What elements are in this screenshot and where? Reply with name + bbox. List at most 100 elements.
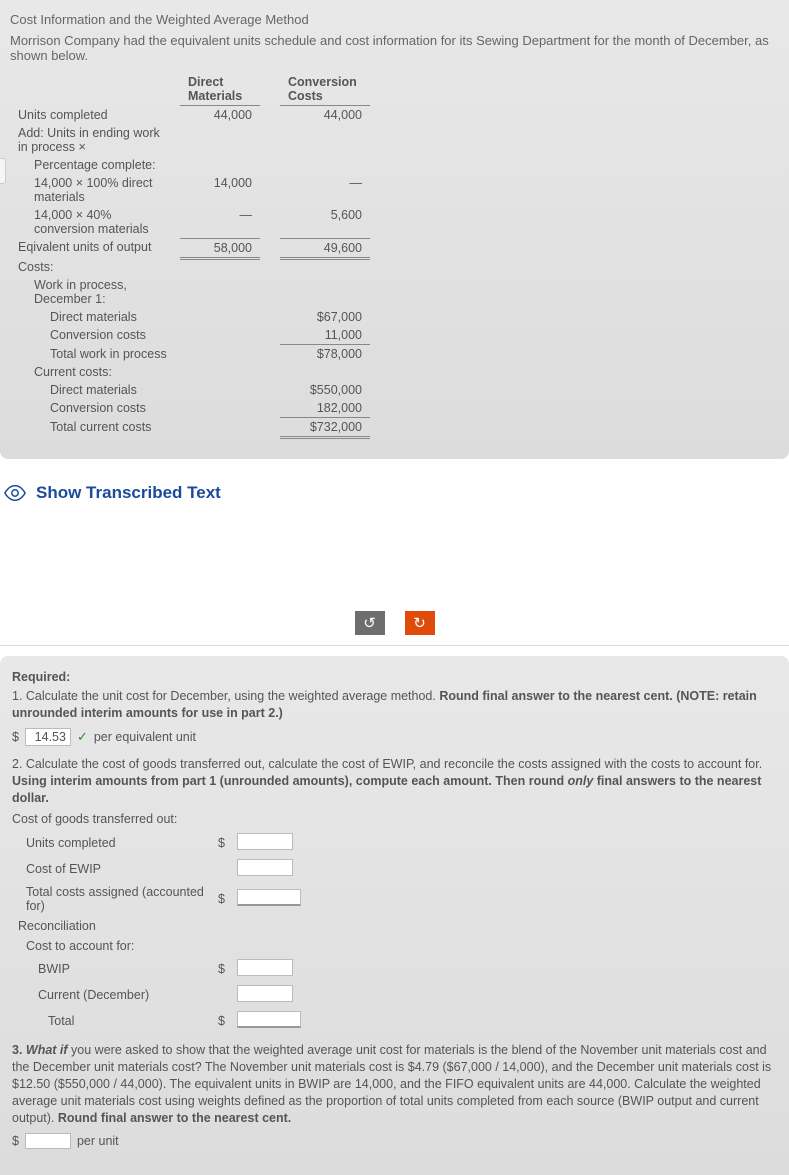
q3-text: 3. What if you were asked to show that t… xyxy=(12,1042,777,1126)
table-row: Units completed $ xyxy=(12,830,307,856)
dollar-sign: $ xyxy=(212,882,231,916)
table-row: Conversion costs 182,000 xyxy=(10,399,370,418)
problem-panel: Cost Information and the Weighted Averag… xyxy=(0,0,789,459)
cell-value: 11,000 xyxy=(280,326,370,345)
table-row: Costs: xyxy=(10,258,370,276)
cell-value: 58,000 xyxy=(180,238,260,258)
button-bar: ↺ ↻ xyxy=(0,603,789,646)
required-panel: Required: 1. Calculate the unit cost for… xyxy=(0,656,789,1175)
q1-text: 1. Calculate the unit cost for December,… xyxy=(12,688,777,722)
redo-icon: ↻ xyxy=(413,614,426,632)
table-row: Direct materials $550,000 xyxy=(10,381,370,399)
row-label: Costs: xyxy=(10,258,180,276)
row-label: 14,000 × 100% direct materials xyxy=(10,174,180,206)
cell-value: 44,000 xyxy=(180,106,260,125)
col-header-cc: Conversion Costs xyxy=(280,73,370,106)
table-row: Add: Units in ending work in process × xyxy=(10,124,370,156)
cell-value: 182,000 xyxy=(280,399,370,418)
q3-answer-input[interactable] xyxy=(25,1133,71,1149)
cell-value: 5,600 xyxy=(280,206,370,238)
total-input[interactable] xyxy=(237,1011,301,1028)
cell-value: 49,600 xyxy=(280,238,370,258)
row-label: Total current costs xyxy=(10,418,180,438)
redo-button[interactable]: ↻ xyxy=(405,611,435,635)
row-label: Eqivalent units of output xyxy=(10,238,180,258)
total-assigned-input[interactable] xyxy=(237,889,301,906)
calc-table: Units completed $ Cost of EWIP Total cos… xyxy=(12,830,307,1034)
required-heading: Required: xyxy=(12,670,777,684)
undo-button[interactable]: ↺ xyxy=(355,611,385,635)
cost-ewip-input[interactable] xyxy=(237,859,293,876)
row-label: BWIP xyxy=(12,956,212,982)
table-row: Cost of EWIP xyxy=(12,856,307,882)
row-label: Total xyxy=(12,1008,212,1034)
cell-value: $550,000 xyxy=(280,381,370,399)
dollar-sign: $ xyxy=(12,730,19,744)
dollar-sign: $ xyxy=(212,956,231,982)
cell-value: 14,000 xyxy=(180,174,260,206)
row-label: Add: Units in ending work in process × xyxy=(10,124,180,156)
cell-value: $78,000 xyxy=(280,345,370,364)
problem-title: Cost Information and the Weighted Averag… xyxy=(10,12,779,27)
row-label: Direct materials xyxy=(10,308,180,326)
row-label: Units completed xyxy=(10,106,180,125)
undo-icon: ↺ xyxy=(363,614,376,632)
cell-value: $732,000 xyxy=(280,418,370,438)
cell-value: — xyxy=(280,174,370,206)
q1-answer-row: $ 14.53 ✓ per equivalent unit xyxy=(12,728,777,746)
row-label: Current costs: xyxy=(10,363,180,381)
table-row: Total costs assigned (accounted for) $ xyxy=(12,882,307,916)
current-dec-input[interactable] xyxy=(237,985,293,1002)
table-row: 14,000 × 40% conversion materials — 5,60… xyxy=(10,206,370,238)
row-label: Percentage complete: xyxy=(10,156,180,174)
table-row: Total current costs $732,000 xyxy=(10,418,370,438)
table-row: Total $ xyxy=(12,1008,307,1034)
problem-subtitle: Morrison Company had the equivalent unit… xyxy=(10,33,779,63)
row-label: Conversion costs xyxy=(10,399,180,418)
q3-suffix: per unit xyxy=(77,1134,119,1148)
table-row: Reconciliation xyxy=(12,916,307,936)
table-row: Direct materials $67,000 xyxy=(10,308,370,326)
schedule-table: Direct Materials Conversion Costs Units … xyxy=(10,73,370,439)
show-transcribed-row[interactable]: Show Transcribed Text xyxy=(0,459,789,543)
row-label: Units completed xyxy=(12,830,212,856)
table-row: Current (December) xyxy=(12,982,307,1008)
eye-icon xyxy=(4,485,26,501)
row-label: Total work in process xyxy=(10,345,180,364)
table-row: Total work in process $78,000 xyxy=(10,345,370,364)
q3-answer-row: $ per unit xyxy=(12,1133,777,1149)
table-row: 14,000 × 100% direct materials 14,000 — xyxy=(10,174,370,206)
cell-value: 44,000 xyxy=(280,106,370,125)
table-row: Cost to account for: xyxy=(12,936,307,956)
bwip-input[interactable] xyxy=(237,959,293,976)
units-completed-input[interactable] xyxy=(237,833,293,850)
col-header-dm: Direct Materials xyxy=(180,73,260,106)
dollar-sign: $ xyxy=(12,1134,19,1148)
cell-value: $67,000 xyxy=(280,308,370,326)
q1-answer-input[interactable]: 14.53 xyxy=(25,728,71,746)
dollar-sign: $ xyxy=(212,1008,231,1034)
row-label: Total costs assigned (accounted for) xyxy=(12,882,212,916)
dollar-sign: $ xyxy=(212,830,231,856)
cell-value: — xyxy=(180,206,260,238)
table-row: Current costs: xyxy=(10,363,370,381)
show-transcribed-link[interactable]: Show Transcribed Text xyxy=(36,483,221,503)
row-label: 14,000 × 40% conversion materials xyxy=(10,206,180,238)
table-row: Work in process, December 1: xyxy=(10,276,370,308)
row-label: Reconciliation xyxy=(12,916,212,936)
table-row: Conversion costs 11,000 xyxy=(10,326,370,345)
q2-text: 2. Calculate the cost of goods transferr… xyxy=(12,756,777,807)
check-icon: ✓ xyxy=(77,729,88,745)
table-row: Percentage complete: xyxy=(10,156,370,174)
table-row: BWIP $ xyxy=(12,956,307,982)
row-label: Conversion costs xyxy=(10,326,180,345)
q1-suffix: per equivalent unit xyxy=(94,730,196,744)
table-row: Units completed 44,000 44,000 xyxy=(10,106,370,125)
row-label: Cost of EWIP xyxy=(12,856,212,882)
row-label: Direct materials xyxy=(10,381,180,399)
row-label: Work in process, December 1: xyxy=(10,276,180,308)
cogt-label: Cost of goods transferred out: xyxy=(12,812,777,826)
side-handle[interactable] xyxy=(0,158,6,184)
row-label: Current (December) xyxy=(12,982,212,1008)
row-label: Cost to account for: xyxy=(12,936,212,956)
